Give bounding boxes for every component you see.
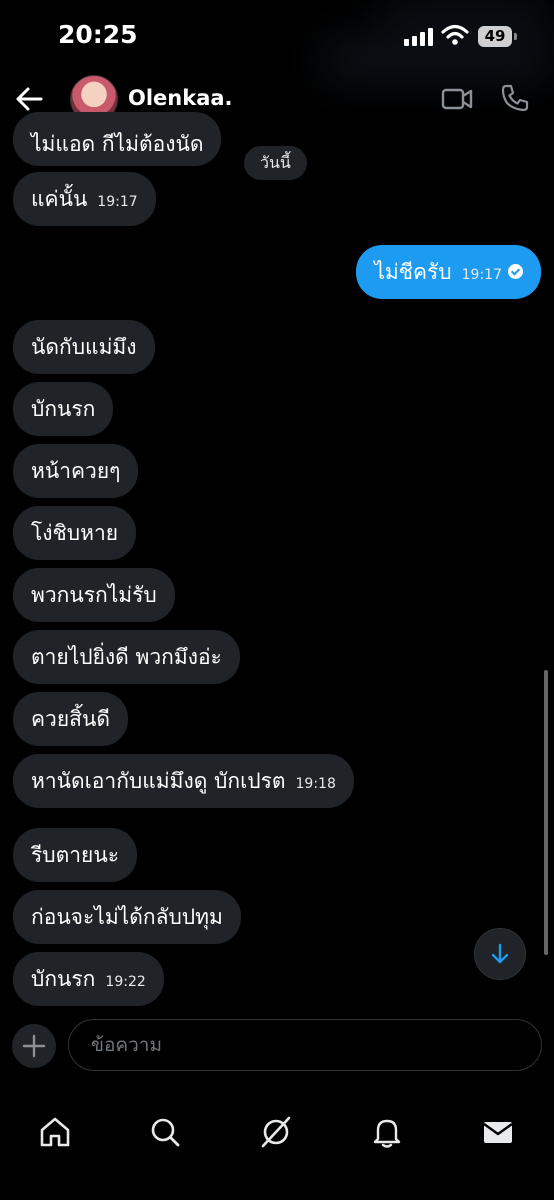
- battery-indicator: 49: [478, 26, 517, 47]
- message-text: ไม่แอด กีไม่ต้องนัด: [31, 132, 204, 156]
- message-text: รีบตายนะ: [31, 843, 119, 867]
- message-text: ตายไปยิ่งดี พวกมึงอ่ะ: [31, 645, 222, 669]
- message-bubble[interactable]: บักนรก: [13, 382, 114, 436]
- message-text: โง่ชิบหาย: [31, 521, 119, 545]
- read-receipt-icon: [508, 263, 523, 279]
- tab-search[interactable]: [135, 1102, 195, 1162]
- grok-icon: [261, 1116, 291, 1148]
- contact-name[interactable]: Olenkaa.: [128, 86, 233, 110]
- message-bubble[interactable]: พวกนรกไม่รับ: [13, 568, 175, 622]
- message-bubble[interactable]: นัดกับแม่มึง: [13, 320, 155, 374]
- message-bubble[interactable]: รีบตายนะ: [13, 828, 137, 882]
- message-text: แค่นั้น: [31, 187, 88, 211]
- scrollbar[interactable]: [544, 670, 548, 955]
- message-time: 19:17: [461, 267, 502, 283]
- message-text: บักนรก: [31, 397, 96, 421]
- home-icon: [40, 1117, 70, 1147]
- message-bubble[interactable]: ตายไปยิ่งดี พวกมึงอ่ะ: [13, 630, 240, 684]
- message-time: 19:18: [295, 776, 336, 792]
- message-text: พวกนรกไม่รับ: [31, 583, 157, 607]
- message-time: 19:17: [97, 194, 138, 210]
- message-bubble-sent[interactable]: ไม่ชีครับ 19:17: [356, 245, 541, 299]
- message-text: ควยสิ้นดี: [31, 707, 110, 731]
- arrow-down-icon: [491, 943, 509, 964]
- bell-icon: [373, 1119, 401, 1148]
- message-bubble[interactable]: ก่อนจะไม่ได้กลับปทุม: [13, 890, 241, 944]
- message-bubble[interactable]: แค่นั้น 19:17: [13, 172, 156, 226]
- bottom-tab-bar: [0, 1088, 554, 1200]
- message-text: ไม่ชีครับ: [374, 260, 452, 284]
- tab-messages[interactable]: [468, 1102, 528, 1162]
- video-call-icon[interactable]: [441, 86, 473, 112]
- add-media-button[interactable]: [12, 1024, 56, 1068]
- message-text: นัดกับแม่มึง: [31, 335, 137, 359]
- cellular-signal-icon: [404, 28, 434, 46]
- tab-grok[interactable]: [246, 1102, 306, 1162]
- date-separator: วันนี้: [244, 146, 307, 180]
- back-arrow-icon[interactable]: [14, 84, 44, 114]
- plus-icon: [22, 1034, 46, 1058]
- message-time: 19:22: [105, 974, 146, 990]
- phone-icon[interactable]: [500, 83, 530, 113]
- message-bubble[interactable]: หน้าควยๆ: [13, 444, 139, 498]
- scroll-to-bottom-button[interactable]: [474, 928, 526, 980]
- message-bubble[interactable]: โง่ชิบหาย: [13, 506, 137, 560]
- search-icon: [151, 1118, 180, 1147]
- status-time: 20:25: [58, 20, 138, 49]
- message-text: ก่อนจะไม่ได้กลับปทุม: [31, 905, 223, 929]
- message-bubble[interactable]: ควยสิ้นดี: [13, 692, 128, 746]
- message-text: หานัดเอากับแม่มึงดู บักเปรต: [31, 769, 286, 793]
- message-bubble[interactable]: หานัดเอากับแม่มึงดู บักเปรต 19:18: [13, 754, 354, 808]
- message-bubble[interactable]: บักนรก 19:22: [13, 952, 164, 1006]
- message-text: บักนรก: [31, 967, 96, 991]
- wifi-icon: [441, 24, 469, 45]
- status-bar: 20:25 49: [0, 0, 554, 72]
- message-composer: [0, 1008, 554, 1088]
- tab-home[interactable]: [25, 1102, 85, 1162]
- tab-notifications[interactable]: [357, 1102, 417, 1162]
- message-input[interactable]: [68, 1019, 542, 1071]
- message-bubble[interactable]: ไม่แอด กีไม่ต้องนัด: [13, 112, 222, 166]
- mail-icon: [483, 1122, 513, 1143]
- message-text: หน้าควยๆ: [31, 459, 121, 483]
